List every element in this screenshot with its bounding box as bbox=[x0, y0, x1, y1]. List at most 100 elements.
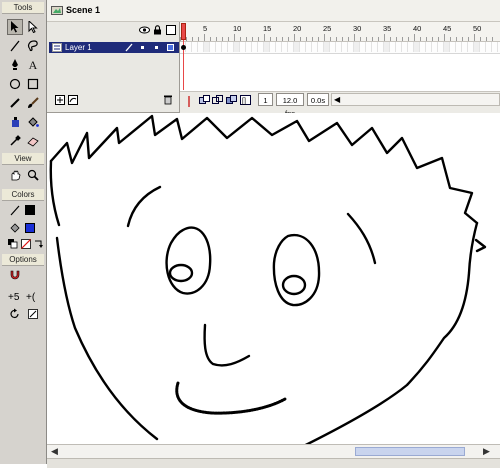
ruler-tick bbox=[204, 34, 205, 41]
scroll-thumb[interactable] bbox=[355, 447, 465, 456]
stage[interactable] bbox=[47, 113, 500, 467]
layer-type-icon bbox=[52, 43, 62, 54]
ruler-tick bbox=[252, 37, 253, 41]
modify-onion-markers-icon[interactable]: [] bbox=[240, 95, 251, 107]
head-left-outline bbox=[55, 236, 159, 441]
colors-panel-title: Colors bbox=[2, 189, 44, 201]
smooth-icon[interactable]: +5 bbox=[7, 288, 23, 304]
ruler-tick bbox=[348, 37, 349, 41]
scroll-left-arrow-icon[interactable]: ◀ bbox=[334, 95, 340, 104]
ruler-tick bbox=[288, 37, 289, 41]
ruler-tick bbox=[300, 37, 301, 41]
layer-outline-color[interactable] bbox=[167, 44, 174, 51]
center-frame-icon[interactable] bbox=[185, 96, 193, 109]
hand-icon[interactable] bbox=[7, 167, 23, 183]
arrow-icon[interactable] bbox=[7, 19, 23, 35]
ruler-tick bbox=[246, 37, 247, 41]
playhead[interactable] bbox=[181, 23, 186, 40]
paint-bucket-icon[interactable] bbox=[25, 114, 41, 130]
delete-layer-icon[interactable] bbox=[163, 94, 173, 107]
onion-skin-outlines-icon[interactable] bbox=[212, 95, 223, 107]
ruler-tick bbox=[330, 37, 331, 41]
ruler-tick bbox=[210, 37, 211, 41]
snap-magnet-icon[interactable] bbox=[7, 266, 23, 282]
keyframe-marker[interactable] bbox=[181, 45, 186, 50]
text-icon[interactable]: A bbox=[25, 57, 41, 73]
lock-icon[interactable] bbox=[153, 25, 162, 37]
insert-layer-icon[interactable] bbox=[55, 95, 65, 107]
drawing-canvas[interactable] bbox=[47, 113, 500, 467]
frame-rate-field[interactable]: 12.0 fps bbox=[276, 93, 304, 118]
ruler-tick bbox=[234, 34, 235, 41]
ruler-tick bbox=[354, 34, 355, 41]
edit-multiple-frames-icon[interactable] bbox=[226, 95, 237, 107]
ruler-tick bbox=[414, 34, 415, 41]
ruler-tick bbox=[480, 37, 481, 41]
stage-horizontal-scrollbar[interactable]: ◀ ▶ bbox=[47, 444, 500, 459]
scene-bar: Scene 1 bbox=[47, 0, 500, 22]
frame-number: 30 bbox=[353, 24, 362, 33]
pencil-icon[interactable] bbox=[7, 95, 23, 111]
line-icon[interactable] bbox=[7, 38, 23, 54]
ruler-tick bbox=[444, 34, 445, 41]
timeline-scrollbar[interactable]: ◀ bbox=[331, 93, 500, 106]
rotate-icon[interactable] bbox=[7, 306, 23, 322]
ruler-tick bbox=[420, 37, 421, 41]
ink-bottle-icon[interactable] bbox=[7, 114, 23, 130]
ruler-tick bbox=[306, 37, 307, 41]
ruler-tick bbox=[342, 37, 343, 41]
layer-name[interactable]: Layer 1 bbox=[65, 42, 92, 53]
frame-number: 40 bbox=[413, 24, 422, 33]
straighten-icon[interactable]: +( bbox=[25, 288, 41, 304]
hair-left-spike bbox=[49, 159, 61, 227]
edit-pencil-icon bbox=[125, 43, 133, 54]
ruler-tick bbox=[276, 37, 277, 41]
eyedropper-icon[interactable] bbox=[7, 133, 23, 149]
lasso-icon[interactable] bbox=[25, 38, 41, 54]
add-guide-layer-icon[interactable] bbox=[68, 95, 78, 107]
frame-cell[interactable] bbox=[492, 42, 498, 52]
layer-row[interactable]: Layer 1 bbox=[49, 42, 179, 53]
scene-label[interactable]: Scene 1 bbox=[66, 5, 100, 15]
fill-color-swatch[interactable] bbox=[25, 223, 35, 233]
onion-skin-icon[interactable] bbox=[199, 95, 210, 107]
scroll-left-icon[interactable]: ◀ bbox=[51, 446, 58, 457]
ruler-tick bbox=[318, 37, 319, 41]
scale-icon[interactable] bbox=[25, 306, 41, 322]
visibility-dot[interactable] bbox=[141, 46, 144, 49]
rectangle-icon[interactable] bbox=[25, 76, 41, 92]
stroke-color-swatch[interactable] bbox=[25, 205, 35, 215]
ruler-tick bbox=[402, 37, 403, 41]
fill-color-icon bbox=[7, 220, 23, 236]
view-panel-title: View bbox=[2, 153, 44, 165]
frames-area: 5 10 15 20 25 30 35 40 45 50 [] 1 12.0 fps 0.0s ◀ bbox=[180, 22, 500, 118]
ruler-tick bbox=[366, 37, 367, 41]
pen-icon[interactable] bbox=[7, 57, 23, 73]
oval-icon[interactable] bbox=[7, 76, 23, 92]
nose bbox=[203, 323, 251, 367]
ruler-tick bbox=[312, 37, 313, 41]
ruler-tick bbox=[378, 37, 379, 41]
zoom-icon[interactable] bbox=[25, 167, 41, 183]
left-eyebrow bbox=[126, 185, 162, 228]
brush-icon[interactable] bbox=[25, 95, 41, 111]
current-frame-field[interactable]: 1 bbox=[258, 93, 273, 106]
lock-dot[interactable] bbox=[155, 46, 158, 49]
frame-number: 45 bbox=[443, 24, 452, 33]
left-eye bbox=[165, 226, 212, 295]
swap-colors-icon[interactable] bbox=[30, 236, 46, 252]
ruler-tick bbox=[474, 34, 475, 41]
ruler-tick bbox=[264, 34, 265, 41]
scene-icon bbox=[51, 5, 63, 18]
eye-icon[interactable] bbox=[139, 26, 150, 36]
right-eyebrow bbox=[346, 212, 377, 265]
ruler-tick bbox=[192, 37, 193, 41]
outline-icon[interactable] bbox=[166, 25, 176, 37]
ruler-tick bbox=[240, 37, 241, 41]
subselect-icon[interactable] bbox=[25, 19, 41, 35]
ruler-tick bbox=[408, 37, 409, 41]
ruler-tick bbox=[396, 37, 397, 41]
head-right-outline bbox=[277, 221, 479, 460]
scroll-right-icon[interactable]: ▶ bbox=[483, 446, 490, 457]
eraser-icon[interactable] bbox=[25, 133, 41, 149]
